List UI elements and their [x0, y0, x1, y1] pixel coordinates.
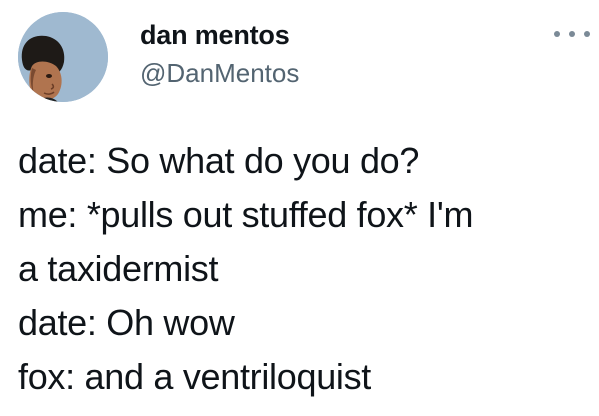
tweet-line: fox: and a ventriloquist: [18, 356, 372, 397]
tweet-text: date: So what do you do? me: *pulls out …: [18, 134, 588, 404]
avatar[interactable]: [18, 12, 108, 102]
tweet-line: date: Oh wow: [18, 302, 235, 343]
more-options-button[interactable]: [552, 22, 592, 46]
tweet-card: dan mentos @DanMentos date: So what do y…: [0, 0, 599, 416]
ellipsis-icon: [569, 31, 575, 37]
ellipsis-icon: [584, 31, 590, 37]
tweet-line: a taxidermist: [18, 248, 219, 289]
tweet-line: date: So what do you do?: [18, 140, 420, 181]
tweet-line: me: *pulls out stuffed fox* I'm: [18, 194, 474, 235]
user-handle[interactable]: @DanMentos: [140, 57, 299, 89]
display-name[interactable]: dan mentos: [140, 19, 290, 51]
ellipsis-icon: [554, 31, 560, 37]
profile-photo-icon: [18, 12, 108, 102]
